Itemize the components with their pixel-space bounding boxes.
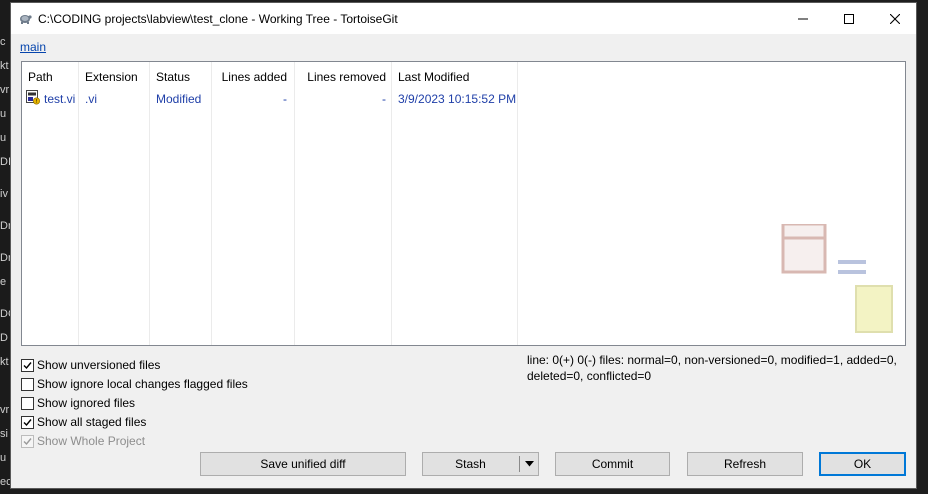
background-app-strip: c kt vr u u DI iv Dr Dr e DC D kt vr si … [0, 0, 10, 494]
branch-link[interactable]: main [20, 40, 46, 54]
checkbox-label: Show ignore local changes flagged files [37, 377, 248, 391]
background-text: c [0, 36, 6, 48]
checkbox-box[interactable] [21, 415, 34, 429]
close-icon [890, 13, 900, 24]
checkbox-label: Show unversioned files [37, 358, 161, 372]
background-text: Dr [0, 252, 10, 264]
status-summary: line: 0(+) 0(-) files: normal=0, non-ver… [527, 353, 897, 383]
save-unified-diff-button[interactable]: Save unified diff [200, 452, 406, 476]
file-list[interactable]: Path Extension Status Lines added Lines … [21, 61, 906, 346]
checkmark-icon [23, 437, 32, 445]
column-separator[interactable] [211, 62, 212, 345]
column-header-status[interactable]: Status [156, 70, 190, 84]
show-ignore-local-changes-checkbox[interactable]: Show ignore local changes flagged files [21, 376, 248, 392]
window-title: C:\CODING projects\labview\test_clone - … [38, 12, 398, 26]
column-separator[interactable] [391, 62, 392, 345]
tortoisegit-icon [20, 15, 32, 24]
cell-last-modified: 3/9/2023 10:15:52 PM [398, 92, 517, 106]
background-text: DI [0, 156, 10, 168]
background-text: DC [0, 308, 10, 320]
show-ignored-files-checkbox[interactable]: Show ignored files [21, 395, 135, 411]
refresh-button[interactable]: Refresh [687, 452, 803, 476]
background-text: u [0, 108, 7, 120]
background-text: si [0, 428, 8, 440]
checkbox-box[interactable] [21, 396, 34, 410]
cell-status: Modified [156, 92, 202, 106]
column-separator[interactable] [294, 62, 295, 345]
checkbox-label: Show ignored files [37, 396, 136, 410]
background-text: vr [0, 404, 10, 416]
svg-text:!: ! [35, 99, 37, 105]
checkmark-icon [23, 361, 32, 369]
background-text: D [0, 332, 8, 344]
background-text: kt [0, 356, 9, 368]
cell-path: test.vi [44, 92, 76, 106]
show-unversioned-checkbox[interactable]: Show unversioned files [21, 357, 160, 373]
column-header-path[interactable]: Path [28, 70, 53, 84]
ok-button[interactable]: OK [819, 452, 906, 476]
maximize-icon [844, 13, 854, 24]
labview-vi-modified-icon: ! [26, 90, 40, 105]
column-separator[interactable] [78, 62, 79, 345]
checkbox-label: Show Whole Project [37, 434, 146, 448]
show-whole-project-checkbox: Show Whole Project [21, 433, 145, 449]
cell-lines-added: - [283, 92, 287, 106]
minimize-icon [798, 18, 808, 19]
column-separator[interactable] [517, 62, 518, 345]
column-header-lines-added[interactable]: Lines added [222, 70, 287, 84]
background-text: vr [0, 84, 10, 96]
stash-button[interactable]: Stash [423, 453, 518, 475]
close-button[interactable] [872, 3, 918, 34]
dropdown-arrow-icon [525, 461, 534, 467]
background-text: Dr [0, 220, 10, 232]
commit-button[interactable]: Commit [555, 452, 670, 476]
cell-lines-removed: - [382, 92, 386, 106]
column-header-extension[interactable]: Extension [85, 70, 138, 84]
working-tree-window: C:\CODING projects\labview\test_clone - … [10, 2, 917, 489]
minimize-button[interactable] [780, 3, 826, 34]
background-text: u [0, 452, 7, 464]
background-text: iv [0, 188, 8, 200]
column-separator[interactable] [149, 62, 150, 345]
background-text: ec [0, 476, 10, 488]
stash-split-button[interactable]: Stash [422, 452, 539, 476]
checkbox-box [21, 434, 34, 448]
stash-dropdown-button[interactable] [520, 453, 539, 475]
checkbox-box[interactable] [21, 377, 34, 391]
cell-extension: .vi [85, 92, 97, 106]
background-text: u [0, 132, 7, 144]
checkbox-box[interactable] [21, 358, 34, 372]
column-header-last-modified[interactable]: Last Modified [398, 70, 469, 84]
title-bar[interactable]: C:\CODING projects\labview\test_clone - … [11, 3, 916, 34]
maximize-button[interactable] [826, 3, 872, 34]
checkbox-label: Show all staged files [37, 415, 147, 429]
background-text: e [0, 276, 7, 288]
column-header-lines-removed[interactable]: Lines removed [307, 70, 386, 84]
diff-watermark-icon [781, 224, 893, 333]
show-all-staged-checkbox[interactable]: Show all staged files [21, 414, 146, 430]
checkmark-icon [23, 418, 32, 426]
background-text: kt [0, 60, 9, 72]
